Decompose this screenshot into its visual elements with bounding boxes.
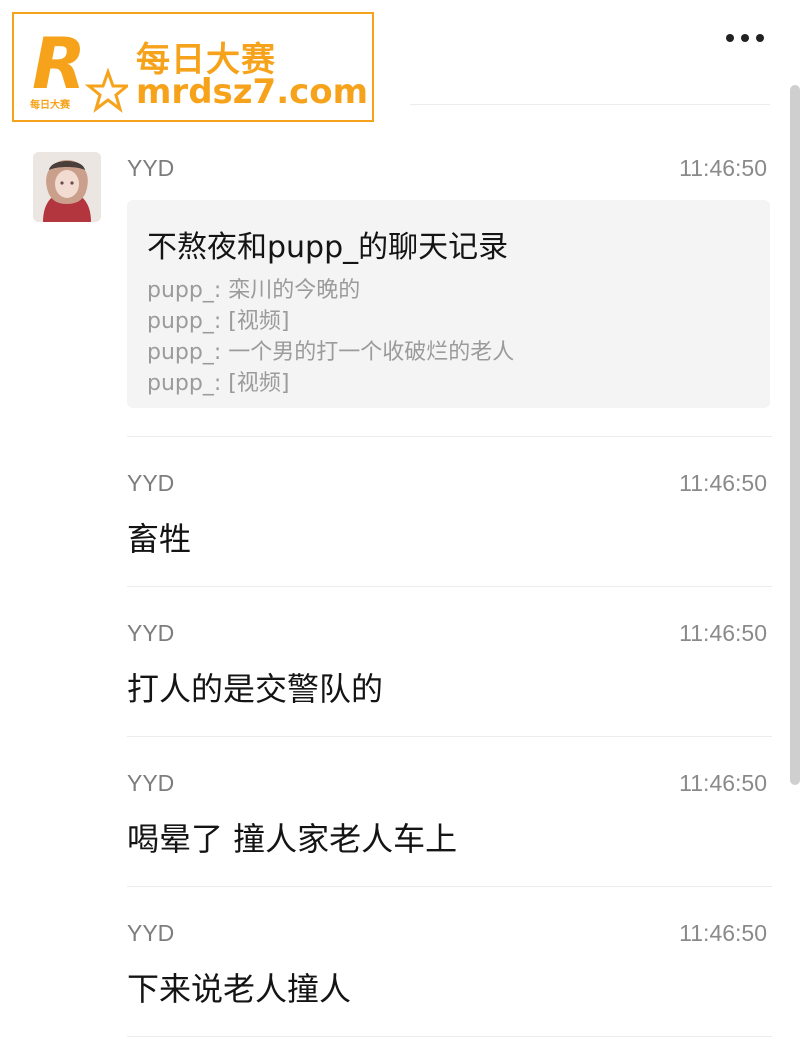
- chat-record-line: pupp_: [视频]: [147, 371, 290, 396]
- message-divider: [127, 736, 772, 737]
- message-content: 打人的是交警队的: [127, 670, 384, 708]
- message-text[interactable]: YYD 11:46:50 打人的是交警队的: [127, 620, 772, 720]
- message-time: 11:46:50: [679, 620, 767, 646]
- watermark-logo: R 每日大赛 每日大赛 mrdsz7.com: [12, 12, 374, 122]
- sender-name: YYD: [127, 155, 175, 181]
- message-time: 11:46:50: [679, 155, 767, 181]
- chat-record-title: 不熬夜和pupp_的聊天记录: [147, 230, 509, 265]
- sender-name: YYD: [127, 920, 175, 946]
- watermark-url-text: mrdsz7.com: [136, 72, 369, 112]
- message-time: 11:46:50: [679, 920, 767, 946]
- svg-text:R: R: [32, 26, 86, 105]
- message-content: 下来说老人撞人: [127, 970, 352, 1008]
- header-divider: [410, 104, 770, 105]
- message-time: 11:46:50: [679, 770, 767, 796]
- logo-r-star-icon: R 每日大赛: [28, 23, 132, 116]
- sender-name: YYD: [127, 470, 175, 496]
- message-content: 喝晕了 撞人家老人车上: [127, 820, 458, 858]
- chat-record-line: pupp_: 一个男的打一个收破烂的老人: [147, 340, 515, 365]
- message-divider: [127, 436, 772, 437]
- avatar[interactable]: [33, 152, 101, 222]
- message-divider: [127, 886, 772, 887]
- sender-name: YYD: [127, 620, 175, 646]
- message-text[interactable]: YYD 11:46:50 畜牲: [127, 470, 772, 570]
- message-time: 11:46:50: [679, 470, 767, 496]
- scrollbar[interactable]: [790, 85, 800, 785]
- message-divider: [127, 586, 772, 587]
- sender-name: YYD: [127, 770, 175, 796]
- chat-record-line: pupp_: [视频]: [147, 309, 290, 334]
- message-text[interactable]: YYD 11:46:50 下来说老人撞人: [127, 920, 772, 1020]
- message-chat-record[interactable]: YYD 11:46:50 不熬夜和pupp_的聊天记录 pupp_: 栾川的今晚…: [127, 155, 772, 408]
- message-divider: [127, 1036, 772, 1037]
- message-text[interactable]: YYD 11:46:50 喝晕了 撞人家老人车上: [127, 770, 772, 870]
- svg-text:每日大赛: 每日大赛: [30, 98, 71, 111]
- chat-record-card[interactable]: 不熬夜和pupp_的聊天记录 pupp_: 栾川的今晚的 pupp_: [视频]…: [127, 200, 770, 408]
- message-content: 畜牲: [127, 520, 192, 558]
- chat-record-line: pupp_: 栾川的今晚的: [147, 278, 361, 303]
- more-dots-icon[interactable]: [720, 20, 770, 56]
- chat-history-page: R 每日大赛 每日大赛 mrdsz7.com YYD 11:46:50 不熬夜和…: [0, 0, 800, 1061]
